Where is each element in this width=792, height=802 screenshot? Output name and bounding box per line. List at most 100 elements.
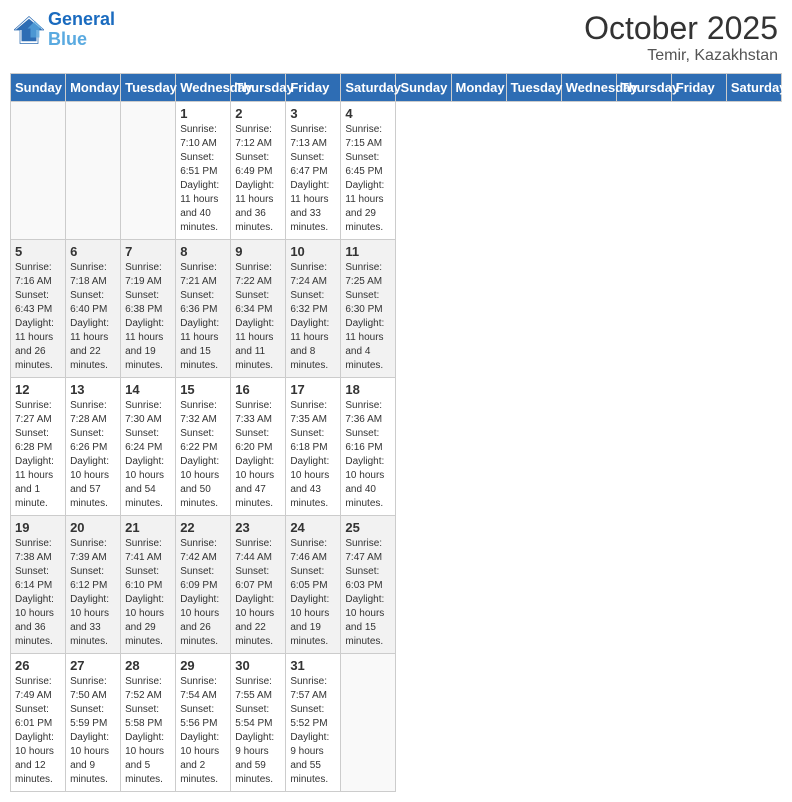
calendar-cell: 31 Sunrise: 7:57 AMSunset: 5:52 PMDayligh… bbox=[286, 654, 341, 792]
day-info: Sunrise: 7:39 AMSunset: 6:12 PMDaylight:… bbox=[70, 537, 116, 649]
calendar-cell: 11Sunrise: 7:25 AMSunset: 6:30 PMDayligh… bbox=[341, 240, 396, 378]
calendar-cell: 25Sunrise: 7:47 AMSunset: 6:03 PMDayligh… bbox=[341, 516, 396, 654]
day-info: Sunrise: 7:41 AMSunset: 6:10 PMDaylight:… bbox=[125, 537, 171, 649]
day-number: 5 bbox=[15, 244, 61, 259]
day-info: Sunrise: 7:44 AMSunset: 6:07 PMDaylight:… bbox=[235, 537, 281, 649]
calendar-cell: 16 Sunrise: 7:33 AMSunset: 6:20 PMDayligh… bbox=[231, 378, 286, 516]
calendar-table: SundayMondayTuesdayWednesdayThursdayFrid… bbox=[10, 73, 782, 792]
day-number: 7 bbox=[125, 244, 171, 259]
day-number: 15 bbox=[180, 382, 226, 397]
day-number: 16 bbox=[235, 382, 281, 397]
calendar-cell: 6Sunrise: 7:18 AMSunset: 6:40 PMDaylight… bbox=[66, 240, 121, 378]
day-info: Sunrise: 7:42 AMSunset: 6:09 PMDaylight:… bbox=[180, 537, 226, 649]
calendar-cell: 23 Sunrise: 7:44 AMSunset: 6:07 PMDayligh… bbox=[231, 516, 286, 654]
day-number: 4 bbox=[345, 106, 391, 121]
day-number: 30 bbox=[235, 658, 281, 673]
day-info: Sunrise: 7:57 AMSunset: 5:52 PMDaylight:… bbox=[290, 675, 336, 787]
calendar-cell: 17 Sunrise: 7:35 AMSunset: 6:18 PMDayligh… bbox=[286, 378, 341, 516]
title-block: October 2025 Temir, Kazakhstan bbox=[584, 10, 778, 65]
day-info: Sunrise: 7:54 AMSunset: 5:56 PMDaylight:… bbox=[180, 675, 226, 787]
header-sunday: Sunday bbox=[396, 74, 451, 102]
day-number: 18 bbox=[345, 382, 391, 397]
calendar-cell: 13 Sunrise: 7:28 AMSunset: 6:26 PMDayligh… bbox=[66, 378, 121, 516]
header-wednesday: Wednesday bbox=[176, 74, 231, 102]
day-info: Sunrise: 7:38 AMSunset: 6:14 PMDaylight:… bbox=[15, 537, 61, 649]
calendar-cell: 9 Sunrise: 7:22 AMSunset: 6:34 PMDaylight… bbox=[231, 240, 286, 378]
day-info: Sunrise: 7:18 AMSunset: 6:40 PMDaylight:… bbox=[70, 261, 116, 373]
day-info: Sunrise: 7:13 AMSunset: 6:47 PMDaylight:… bbox=[290, 123, 336, 235]
day-info: Sunrise: 7:12 AMSunset: 6:49 PMDaylight:… bbox=[235, 123, 281, 235]
day-number: 20 bbox=[70, 520, 116, 535]
day-info: Sunrise: 7:46 AMSunset: 6:05 PMDaylight:… bbox=[290, 537, 336, 649]
calendar-cell: 22 Sunrise: 7:42 AMSunset: 6:09 PMDayligh… bbox=[176, 516, 231, 654]
calendar-cell: 1Sunrise: 7:10 AMSunset: 6:51 PMDaylight… bbox=[176, 102, 231, 240]
day-number: 22 bbox=[180, 520, 226, 535]
day-info: Sunrise: 7:47 AMSunset: 6:03 PMDaylight:… bbox=[345, 537, 391, 649]
calendar-cell: 3 Sunrise: 7:13 AMSunset: 6:47 PMDaylight… bbox=[286, 102, 341, 240]
calendar-cell: 26Sunrise: 7:49 AMSunset: 6:01 PMDayligh… bbox=[11, 654, 66, 792]
day-number: 11 bbox=[345, 244, 391, 259]
day-info: Sunrise: 7:27 AMSunset: 6:28 PMDaylight:… bbox=[15, 399, 61, 511]
header-thursday: Thursday bbox=[616, 74, 671, 102]
day-info: Sunrise: 7:15 AMSunset: 6:45 PMDaylight:… bbox=[345, 123, 391, 235]
day-number: 31 bbox=[290, 658, 336, 673]
calendar-cell: 28 Sunrise: 7:52 AMSunset: 5:58 PMDayligh… bbox=[121, 654, 176, 792]
day-number: 13 bbox=[70, 382, 116, 397]
day-number: 2 bbox=[235, 106, 281, 121]
calendar-cell: 10Sunrise: 7:24 AMSunset: 6:32 PMDayligh… bbox=[286, 240, 341, 378]
day-info: Sunrise: 7:19 AMSunset: 6:38 PMDaylight:… bbox=[125, 261, 171, 373]
day-info: Sunrise: 7:28 AMSunset: 6:26 PMDaylight:… bbox=[70, 399, 116, 511]
calendar-week-2: 5Sunrise: 7:16 AMSunset: 6:43 PMDaylight… bbox=[11, 240, 782, 378]
day-info: Sunrise: 7:30 AMSunset: 6:24 PMDaylight:… bbox=[125, 399, 171, 511]
day-info: Sunrise: 7:33 AMSunset: 6:20 PMDaylight:… bbox=[235, 399, 281, 511]
day-info: Sunrise: 7:50 AMSunset: 5:59 PMDaylight:… bbox=[70, 675, 116, 787]
location-subtitle: Temir, Kazakhstan bbox=[584, 47, 778, 65]
logo-icon bbox=[14, 15, 44, 45]
day-info: Sunrise: 7:35 AMSunset: 6:18 PMDaylight:… bbox=[290, 399, 336, 511]
calendar-week-4: 19 Sunrise: 7:38 AMSunset: 6:14 PMDayligh… bbox=[11, 516, 782, 654]
day-info: Sunrise: 7:55 AMSunset: 5:54 PMDaylight:… bbox=[235, 675, 281, 787]
calendar-cell: 14 Sunrise: 7:30 AMSunset: 6:24 PMDayligh… bbox=[121, 378, 176, 516]
day-number: 24 bbox=[290, 520, 336, 535]
calendar-week-1: 1Sunrise: 7:10 AMSunset: 6:51 PMDaylight… bbox=[11, 102, 782, 240]
day-number: 21 bbox=[125, 520, 171, 535]
header-saturday: Saturday bbox=[726, 74, 781, 102]
day-info: Sunrise: 7:52 AMSunset: 5:58 PMDaylight:… bbox=[125, 675, 171, 787]
day-number: 19 bbox=[15, 520, 61, 535]
calendar-week-5: 26Sunrise: 7:49 AMSunset: 6:01 PMDayligh… bbox=[11, 654, 782, 792]
day-info: Sunrise: 7:49 AMSunset: 6:01 PMDaylight:… bbox=[15, 675, 61, 787]
calendar-cell: 21 Sunrise: 7:41 AMSunset: 6:10 PMDayligh… bbox=[121, 516, 176, 654]
day-number: 9 bbox=[235, 244, 281, 259]
calendar-cell bbox=[66, 102, 121, 240]
day-number: 28 bbox=[125, 658, 171, 673]
calendar-cell bbox=[121, 102, 176, 240]
logo: General Blue bbox=[14, 10, 115, 50]
day-number: 23 bbox=[235, 520, 281, 535]
calendar-cell: 30 Sunrise: 7:55 AMSunset: 5:54 PMDayligh… bbox=[231, 654, 286, 792]
calendar-cell: 7 Sunrise: 7:19 AMSunset: 6:38 PMDaylight… bbox=[121, 240, 176, 378]
day-number: 27 bbox=[70, 658, 116, 673]
calendar-header-row: SundayMondayTuesdayWednesdayThursdayFrid… bbox=[11, 74, 782, 102]
day-info: Sunrise: 7:32 AMSunset: 6:22 PMDaylight:… bbox=[180, 399, 226, 511]
calendar-cell: 29 Sunrise: 7:54 AMSunset: 5:56 PMDayligh… bbox=[176, 654, 231, 792]
day-number: 3 bbox=[290, 106, 336, 121]
header-saturday: Saturday bbox=[341, 74, 396, 102]
header-tuesday: Tuesday bbox=[121, 74, 176, 102]
day-number: 8 bbox=[180, 244, 226, 259]
calendar-cell: 12Sunrise: 7:27 AMSunset: 6:28 PMDayligh… bbox=[11, 378, 66, 516]
day-info: Sunrise: 7:24 AMSunset: 6:32 PMDaylight:… bbox=[290, 261, 336, 373]
header-tuesday: Tuesday bbox=[506, 74, 561, 102]
day-number: 29 bbox=[180, 658, 226, 673]
header-wednesday: Wednesday bbox=[561, 74, 616, 102]
day-number: 14 bbox=[125, 382, 171, 397]
calendar-cell: 15 Sunrise: 7:32 AMSunset: 6:22 PMDayligh… bbox=[176, 378, 231, 516]
calendar-cell: 20 Sunrise: 7:39 AMSunset: 6:12 PMDayligh… bbox=[66, 516, 121, 654]
logo-text: General Blue bbox=[48, 10, 115, 50]
day-info: Sunrise: 7:22 AMSunset: 6:34 PMDaylight:… bbox=[235, 261, 281, 373]
header-friday: Friday bbox=[286, 74, 341, 102]
calendar-cell: 18Sunrise: 7:36 AMSunset: 6:16 PMDayligh… bbox=[341, 378, 396, 516]
day-number: 1 bbox=[180, 106, 226, 121]
day-number: 17 bbox=[290, 382, 336, 397]
header-monday: Monday bbox=[66, 74, 121, 102]
calendar-cell bbox=[11, 102, 66, 240]
